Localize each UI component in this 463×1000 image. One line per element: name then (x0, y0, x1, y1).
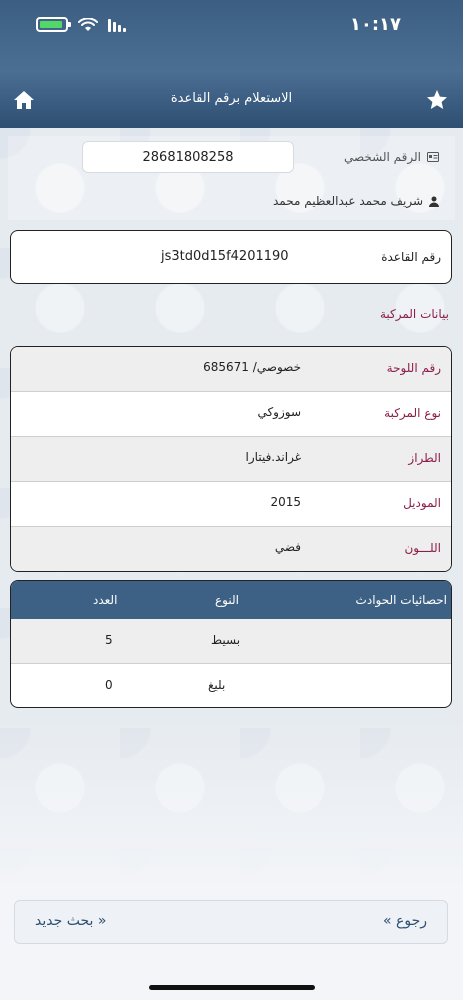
vehicle-color-label: اللـــون (404, 541, 441, 555)
vehicle-model-label: الطراز (408, 451, 441, 465)
accident-count: 0 (105, 678, 113, 692)
background-fade (0, 720, 463, 1000)
personal-id-label: الرقم الشخصي (344, 150, 439, 164)
accident-type: بسيط (211, 633, 241, 647)
plate-number-value: خصوصي/ 685671 (203, 360, 301, 374)
table-row: بليغ 0 (11, 664, 451, 707)
user-name: شريف محمد عبدالعظيم محمد (273, 194, 439, 208)
vehicle-details-table: رقم اللوحة خصوصي/ 685671 نوع المركبة سوز… (10, 346, 452, 572)
vehicle-type-label: نوع المركبة (384, 406, 441, 420)
table-row: بسيط 5 (11, 619, 451, 664)
plate-number-label: رقم اللوحة (386, 361, 441, 375)
page-title: الاستعلام برقم القاعدة (170, 91, 293, 106)
home-indicator (149, 985, 315, 990)
user-icon (429, 196, 439, 207)
accident-count: 5 (105, 633, 113, 647)
vehicle-color-value: فضي (274, 540, 301, 554)
count-column-header: العدد (93, 593, 118, 607)
base-number-value: js3td0d15f4201190 (161, 249, 289, 264)
accident-stats-table: احصائيات الحوادث النوع العدد بسيط 5 بليغ… (10, 580, 452, 708)
vehicle-year-label: الموديل (403, 496, 441, 510)
vehicle-type-value: سوزوكي (257, 405, 301, 419)
base-number-card: رقم القاعدة js3td0d15f4201190 (10, 230, 452, 284)
accident-stats-header: احصائيات الحوادث النوع العدد (11, 581, 451, 619)
table-row: الموديل 2015 (11, 482, 451, 527)
wifi-icon (78, 17, 98, 31)
bottom-action-bar: « رجوع بحث جديد » (14, 900, 448, 944)
personal-id-value: 28681808258 (82, 141, 294, 173)
id-card-icon (427, 152, 439, 162)
favorite-star-icon[interactable] (425, 88, 449, 112)
table-row: رقم اللوحة خصوصي/ 685671 (11, 347, 451, 392)
signal-icon (108, 18, 126, 32)
table-row: نوع المركبة سوزوكي (11, 392, 451, 437)
top-bar: ١٠:١٧ الاستعلام برقم القاعدة (0, 0, 463, 128)
vehicle-model-value: غراند.فيتارا (245, 450, 301, 464)
accident-type: بليغ (208, 678, 226, 692)
vehicle-year-value: 2015 (270, 495, 301, 509)
new-search-button[interactable]: بحث جديد » (35, 913, 106, 929)
vehicle-section-title: بيانات المركبة (379, 307, 449, 321)
status-time: ١٠:١٧ (349, 14, 401, 35)
base-number-label: رقم القاعدة (381, 250, 441, 264)
accident-stats-title: احصائيات الحوادث (355, 593, 447, 607)
type-column-header: النوع (215, 593, 239, 607)
battery-icon (36, 17, 71, 32)
status-icons (36, 17, 126, 32)
table-row: الطراز غراند.فيتارا (11, 437, 451, 482)
back-button[interactable]: « رجوع (383, 913, 427, 929)
table-row: اللـــون فضي (11, 527, 451, 571)
